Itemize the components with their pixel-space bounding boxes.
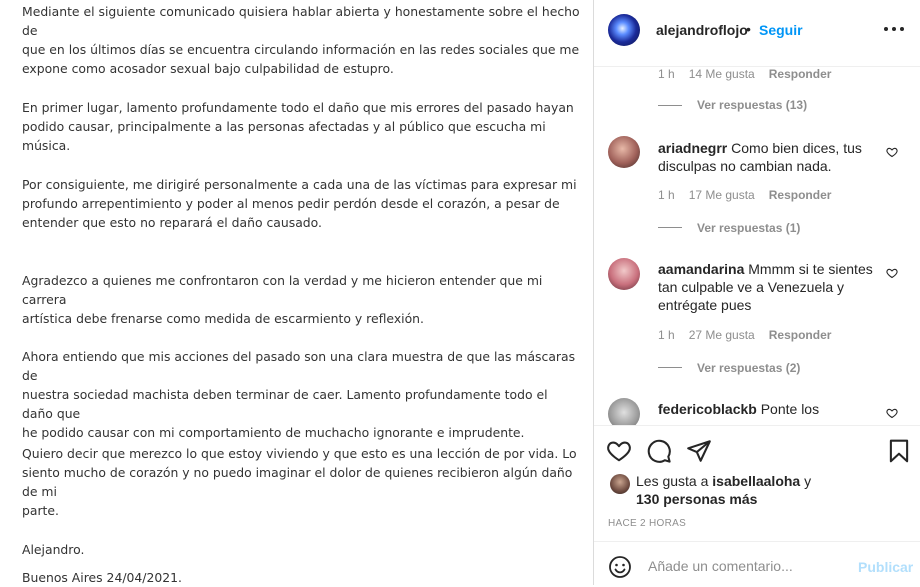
replies-line <box>658 227 682 228</box>
likes-count-link[interactable]: 130 personas más <box>636 491 757 507</box>
comment-bubble-icon[interactable] <box>646 438 672 464</box>
comment-likes[interactable]: 27 Me gusta <box>689 328 755 342</box>
post-paragraph-4: Agradezco a quienes me confrontaron con … <box>22 273 543 326</box>
post-paragraph-1: Mediante el siguiente comunicado quisier… <box>22 4 580 76</box>
commenter-avatar[interactable] <box>608 398 640 425</box>
comment-text: Ponte los <box>760 401 820 417</box>
comment-input[interactable] <box>646 553 850 579</box>
likes-prefix: Les gusta a <box>636 473 709 489</box>
post-paragraph-6: Quiero decir que merezco lo que estoy vi… <box>22 446 577 518</box>
comment-meta: 1 h 14 Me gusta Responder <box>658 67 845 81</box>
share-send-icon[interactable] <box>686 438 712 464</box>
emoji-icon[interactable] <box>608 555 632 579</box>
post-timestamp[interactable]: HACE 2 HORAS <box>608 518 686 529</box>
post-paragraph-3: Por consiguiente, me dirigiré personalme… <box>22 177 577 230</box>
like-comment-icon[interactable] <box>886 267 898 279</box>
replies-line <box>658 367 682 368</box>
comment-meta: 1 h 17 Me gusta Responder <box>658 188 845 202</box>
comment-body: federicoblackb Ponte los <box>658 400 878 418</box>
comment-body: aamandarina Mmmm si te sientes tan culpa… <box>658 260 878 314</box>
like-comment-icon[interactable] <box>886 146 898 158</box>
instagram-post-window: Mediante el siguiente comunicado quisier… <box>0 0 920 585</box>
post-header: alejandroflojo • Seguir <box>594 0 920 67</box>
commenter-avatar[interactable] <box>608 258 640 290</box>
post-paragraph-2: En primer lugar, lamento profundamente t… <box>22 100 574 153</box>
post-date: Buenos Aires 24/04/2021. <box>22 570 182 585</box>
author-username[interactable]: alejandroflojo <box>656 22 748 38</box>
view-replies-button[interactable]: Ver respuestas (13) <box>697 98 807 112</box>
comment-time: 1 h <box>658 188 675 202</box>
follow-button[interactable]: Seguir <box>759 22 803 38</box>
reply-button[interactable]: Responder <box>769 188 832 202</box>
add-comment-bar: Publicar <box>594 541 920 587</box>
like-comment-icon[interactable] <box>886 407 898 419</box>
liker-avatar[interactable] <box>610 474 630 494</box>
view-replies-button[interactable]: Ver respuestas (1) <box>697 221 800 235</box>
separator-dot: • <box>746 21 751 37</box>
reply-button[interactable]: Responder <box>769 67 832 81</box>
comments-panel: alejandroflojo • Seguir 1 h 14 Me gusta Re… <box>594 0 920 585</box>
author-avatar[interactable] <box>608 14 640 46</box>
post-signature: Alejandro. <box>22 542 85 557</box>
more-options-icon[interactable] <box>882 17 906 41</box>
comment-body: ariadnegrr Como bien dices, tus disculpa… <box>658 139 878 175</box>
commenter-username[interactable]: ariadnegrr <box>658 140 727 156</box>
comment-meta: 1 h 27 Me gusta Responder <box>658 328 845 342</box>
comment-time: 1 h <box>658 67 675 81</box>
post-image: Mediante el siguiente comunicado quisier… <box>0 0 594 585</box>
likes-summary: Les gusta a isabellaaloha y 130 personas… <box>636 472 876 508</box>
publish-button[interactable]: Publicar <box>858 559 913 575</box>
comments-list[interactable]: 1 h 14 Me gusta Responder Ver respuestas (… <box>594 67 920 425</box>
replies-line <box>658 105 682 106</box>
liker-username[interactable]: isabellaaloha <box>712 473 800 489</box>
comment-likes[interactable]: 17 Me gusta <box>689 188 755 202</box>
like-heart-icon[interactable] <box>606 438 632 464</box>
post-paragraph-5: Ahora entiendo que mis acciones del pasa… <box>22 349 576 440</box>
view-replies-button[interactable]: Ver respuestas (2) <box>697 361 800 375</box>
commenter-username[interactable]: aamandarina <box>658 261 744 277</box>
reply-button[interactable]: Responder <box>769 328 832 342</box>
bookmark-save-icon[interactable] <box>886 438 912 464</box>
comment-time: 1 h <box>658 328 675 342</box>
post-actions: Les gusta a isabellaaloha y 130 personas… <box>594 425 920 586</box>
commenter-username[interactable]: federicoblackb <box>658 401 757 417</box>
likes-conjunction: y <box>804 473 812 489</box>
comment-likes[interactable]: 14 Me gusta <box>689 67 755 81</box>
commenter-avatar[interactable] <box>608 136 640 168</box>
